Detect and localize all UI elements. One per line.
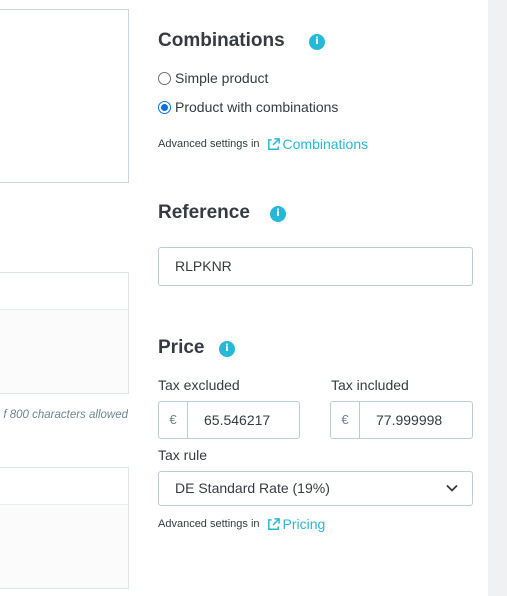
tax-rule-select[interactable]: DE Standard Rate (19%) bbox=[158, 471, 473, 506]
description-editor[interactable] bbox=[0, 9, 129, 183]
editor-toolbar bbox=[0, 468, 128, 505]
combinations-link[interactable]: Combinations bbox=[266, 136, 369, 152]
pricing-link[interactable]: Pricing bbox=[266, 516, 326, 532]
feature-editor[interactable] bbox=[0, 467, 129, 589]
price-title: Price bbox=[158, 337, 205, 358]
tax-included-label: Tax included bbox=[331, 377, 409, 393]
advanced-settings-text: Advanced settings in bbox=[158, 518, 260, 530]
tax-included-value[interactable]: 77.999998 bbox=[360, 402, 472, 438]
radio-button[interactable] bbox=[158, 100, 171, 114]
reference-input[interactable]: RLPKNR bbox=[158, 247, 473, 286]
combinations-title: Combinations bbox=[158, 30, 285, 51]
summary-editor[interactable] bbox=[0, 272, 129, 394]
radio-button[interactable] bbox=[158, 71, 171, 85]
chevron-down-icon bbox=[446, 484, 458, 492]
pricing-link-label[interactable]: Pricing bbox=[283, 516, 326, 532]
currency-addon: € bbox=[331, 402, 360, 438]
tax-excluded-label: Tax excluded bbox=[158, 377, 240, 393]
advanced-settings-text: Advanced settings in bbox=[158, 138, 260, 150]
radio-simple-product[interactable]: Simple product bbox=[158, 70, 268, 86]
price-tax-included-input[interactable]: € 77.999998 bbox=[330, 401, 473, 439]
tax-rule-label: Tax rule bbox=[158, 447, 208, 463]
reference-title: Reference bbox=[158, 202, 250, 223]
editor-toolbar bbox=[0, 273, 128, 310]
price-tax-excluded-input[interactable]: € 65.546217 bbox=[158, 401, 300, 439]
char-count-hint: f 800 characters allowed bbox=[3, 409, 128, 421]
combinations-advanced-settings: Advanced settings in Combinations bbox=[158, 136, 368, 152]
radio-label: Simple product bbox=[175, 70, 269, 86]
radio-label: Product with combinations bbox=[175, 99, 339, 115]
info-icon[interactable]: i bbox=[219, 341, 235, 357]
combinations-link-label[interactable]: Combinations bbox=[283, 136, 369, 152]
editor-body[interactable] bbox=[0, 505, 128, 588]
tax-excluded-value[interactable]: 65.546217 bbox=[188, 402, 299, 438]
editor-body[interactable] bbox=[0, 310, 128, 393]
info-icon[interactable]: i bbox=[309, 34, 325, 50]
external-link-icon bbox=[267, 517, 280, 530]
pricing-advanced-settings: Advanced settings in Pricing bbox=[158, 516, 325, 532]
info-icon[interactable]: i bbox=[270, 206, 286, 222]
radio-product-with-combinations[interactable]: Product with combinations bbox=[158, 99, 338, 115]
tax-rule-value: DE Standard Rate (19%) bbox=[175, 480, 330, 496]
external-link-icon bbox=[267, 137, 280, 150]
currency-addon: € bbox=[159, 402, 188, 438]
scroll-gutter bbox=[488, 0, 507, 596]
